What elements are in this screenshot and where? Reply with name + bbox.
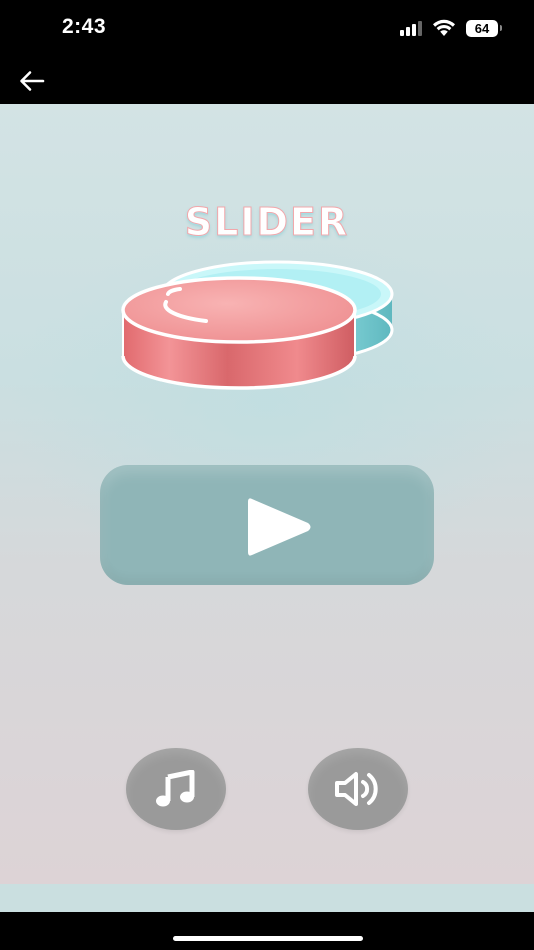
puck-logo-icon bbox=[121, 260, 394, 390]
status-time: 2:43 bbox=[62, 15, 107, 38]
music-button[interactable] bbox=[126, 748, 226, 830]
music-note-icon bbox=[156, 770, 195, 807]
signal-icon bbox=[400, 20, 422, 36]
status-icons: 64 bbox=[400, 19, 502, 37]
home-area bbox=[0, 912, 534, 950]
home-indicator[interactable] bbox=[173, 936, 363, 941]
game-title: SLIDER bbox=[184, 200, 350, 245]
status-bar: 2:43 64 bbox=[0, 0, 534, 58]
bottom-strip bbox=[0, 884, 534, 912]
nav-bar bbox=[0, 58, 534, 104]
battery-icon: 64 bbox=[466, 19, 502, 37]
sound-button[interactable] bbox=[308, 748, 408, 830]
wifi-icon bbox=[433, 19, 455, 36]
back-button[interactable] bbox=[14, 64, 50, 98]
play-icon bbox=[248, 498, 311, 556]
speaker-icon bbox=[335, 772, 378, 806]
game-area: SLIDER bbox=[0, 104, 534, 884]
arrow-left-icon bbox=[20, 71, 45, 91]
app-screen: 2:43 64 SLIDER bbox=[0, 0, 534, 950]
